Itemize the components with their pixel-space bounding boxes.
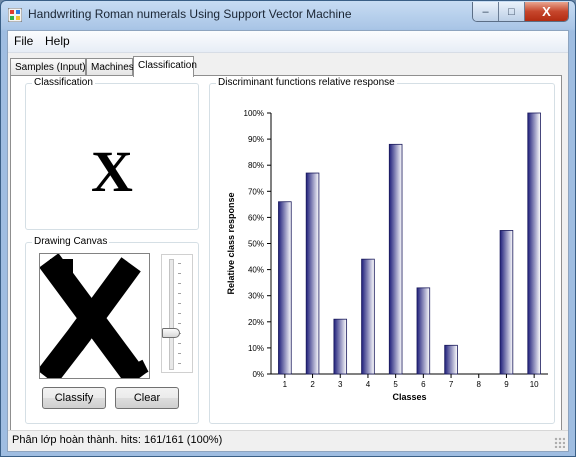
y-tick-label: 0% <box>252 370 264 379</box>
drawing-canvas-group-label: Drawing Canvas <box>32 236 110 247</box>
maximize-icon: □ <box>508 5 515 18</box>
x-tick-label: 7 <box>449 380 454 389</box>
status-bar: Phân lớp hoàn thành. hits: 161/161 (100%… <box>8 430 568 451</box>
y-tick-label: 20% <box>248 318 264 327</box>
minimize-button[interactable]: – <box>473 2 499 21</box>
bar <box>499 230 514 375</box>
bar <box>305 172 320 375</box>
close-icon: X <box>542 4 551 19</box>
bar <box>388 143 403 375</box>
classification-result: X <box>91 139 133 204</box>
window-title: Handwriting Roman numerals Using Support… <box>28 7 352 21</box>
drawn-x-stroke <box>37 253 149 387</box>
menu-bar: File Help <box>8 31 568 53</box>
y-tick-label: 40% <box>248 266 264 275</box>
classification-group: Classification X <box>25 77 199 230</box>
minimize-icon: – <box>482 5 489 18</box>
y-tick-label: 100% <box>244 109 264 118</box>
drawing-canvas[interactable] <box>37 253 150 387</box>
app-icon <box>8 8 22 22</box>
slider-tick <box>178 293 181 294</box>
x-tick-label: 3 <box>338 380 343 389</box>
slider-tick <box>178 273 181 274</box>
x-tick-label: 1 <box>283 380 288 389</box>
classify-button[interactable]: Classify <box>42 387 106 409</box>
slider-tick <box>178 363 181 364</box>
y-tick-label: 30% <box>248 292 264 301</box>
status-text: Phân lớp hoàn thành. hits: 161/161 (100%… <box>12 434 223 446</box>
y-tick-label: 60% <box>248 213 264 222</box>
title-bar[interactable]: Handwriting Roman numerals Using Support… <box>1 1 575 29</box>
clear-button[interactable]: Clear <box>115 387 179 409</box>
bar <box>527 112 541 375</box>
tab-classification[interactable]: Classification <box>133 56 197 77</box>
y-tick-label: 80% <box>248 161 264 170</box>
app-window: Handwriting Roman numerals Using Support… <box>0 0 576 457</box>
slider-tick <box>178 283 181 284</box>
classification-group-label: Classification <box>32 77 95 88</box>
x-tick-label: 4 <box>366 380 371 389</box>
classification-tab-panel: Classification X Drawing Canvas Classify… <box>10 75 562 431</box>
x-tick-label: 9 <box>504 380 509 389</box>
x-tick-label: 5 <box>393 380 398 389</box>
relative-response-chart: 0% 10% 20% 30% 40% 50% 60% 70% 80% 90% 100% 1 2 3 4 5 6 7… <box>226 109 548 402</box>
slider-tick <box>178 313 181 314</box>
x-tick-label: 8 <box>477 380 482 389</box>
x-tick-label: 10 <box>530 380 539 389</box>
close-button[interactable]: X <box>525 2 568 21</box>
chart-group: Discriminant functions relative response… <box>209 77 555 424</box>
bar <box>444 344 458 375</box>
slider-tick <box>178 303 181 304</box>
slider-groove <box>169 259 174 370</box>
tab-machines[interactable]: Machines <box>86 58 134 76</box>
slider-tick <box>178 353 181 354</box>
y-tick-label: 50% <box>248 240 264 249</box>
menu-help[interactable]: Help <box>45 34 70 48</box>
bar <box>333 318 348 375</box>
slider-tick <box>178 343 181 344</box>
x-axis-label: Classes <box>392 392 426 402</box>
bar <box>416 287 431 375</box>
thickness-slider[interactable] <box>161 254 193 373</box>
slider-tick <box>178 323 181 324</box>
y-axis-label: Relative class response <box>226 192 236 294</box>
y-tick-label: 90% <box>248 135 264 144</box>
window-controls: – □ X <box>472 2 569 22</box>
x-tick-label: 6 <box>421 380 426 389</box>
y-tick-label: 70% <box>248 187 264 196</box>
bar <box>361 258 375 375</box>
menu-file[interactable]: File <box>14 34 33 48</box>
y-tick-label: 10% <box>248 344 264 353</box>
x-tick-label: 2 <box>310 380 315 389</box>
client-area: File Help Samples (Input) Machines Class… <box>7 30 569 452</box>
slider-thumb[interactable] <box>162 328 180 339</box>
bar <box>278 201 292 375</box>
slider-tick <box>178 263 181 264</box>
tab-samples-input[interactable]: Samples (Input) <box>10 58 86 76</box>
maximize-button[interactable]: □ <box>499 2 525 21</box>
resize-grip-icon[interactable] <box>554 437 565 448</box>
drawing-canvas-group: Drawing Canvas Classify Clear <box>25 236 199 424</box>
